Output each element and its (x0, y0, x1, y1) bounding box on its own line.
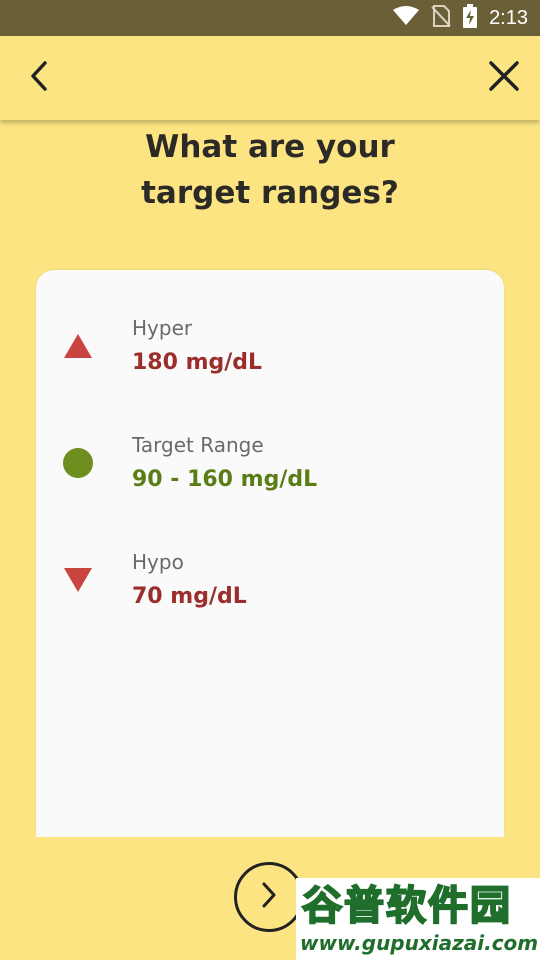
watermark-url: www.gupuxiazai.com (300, 931, 539, 955)
range-label: Hyper (132, 316, 193, 340)
range-item-hypo[interactable]: Hypo 70 mg/dL (36, 550, 504, 630)
triangle-up-icon (62, 330, 94, 362)
chevron-left-icon (28, 60, 52, 96)
close-button[interactable] (484, 58, 524, 98)
range-label: Target Range (132, 433, 264, 457)
watermark: 谷普软件园 www.gupuxiazai.com (296, 878, 540, 960)
back-button[interactable] (20, 58, 60, 98)
next-button[interactable] (234, 862, 304, 932)
close-icon (488, 60, 520, 96)
wifi-icon (393, 6, 420, 30)
ranges-card: Hyper 180 mg/dL Target Range 90 - 160 mg… (36, 270, 504, 837)
no-sim-icon (431, 5, 451, 31)
range-item-target[interactable]: Target Range 90 - 160 mg/dL (36, 433, 504, 513)
range-value: 70 mg/dL (132, 584, 247, 609)
triangle-down-icon (62, 564, 94, 596)
range-value: 180 mg/dL (132, 350, 263, 375)
page-title-line-1: What are your (145, 129, 395, 165)
range-value: 90 - 160 mg/dL (132, 467, 318, 492)
range-item-hyper[interactable]: Hyper 180 mg/dL (36, 316, 504, 396)
circle-icon (62, 447, 94, 479)
range-label: Hypo (132, 550, 184, 574)
status-bar: 2:13 (0, 0, 540, 36)
app-bar (0, 36, 540, 120)
status-time: 2:13 (489, 6, 528, 29)
page-title-line-2: target ranges? (141, 175, 399, 211)
chevron-right-icon (259, 881, 279, 913)
page-title: What are your target ranges? (90, 124, 450, 216)
battery-charging-icon (463, 4, 478, 32)
status-icons: 2:13 (393, 0, 528, 36)
watermark-title: 谷普软件园 (301, 882, 512, 930)
